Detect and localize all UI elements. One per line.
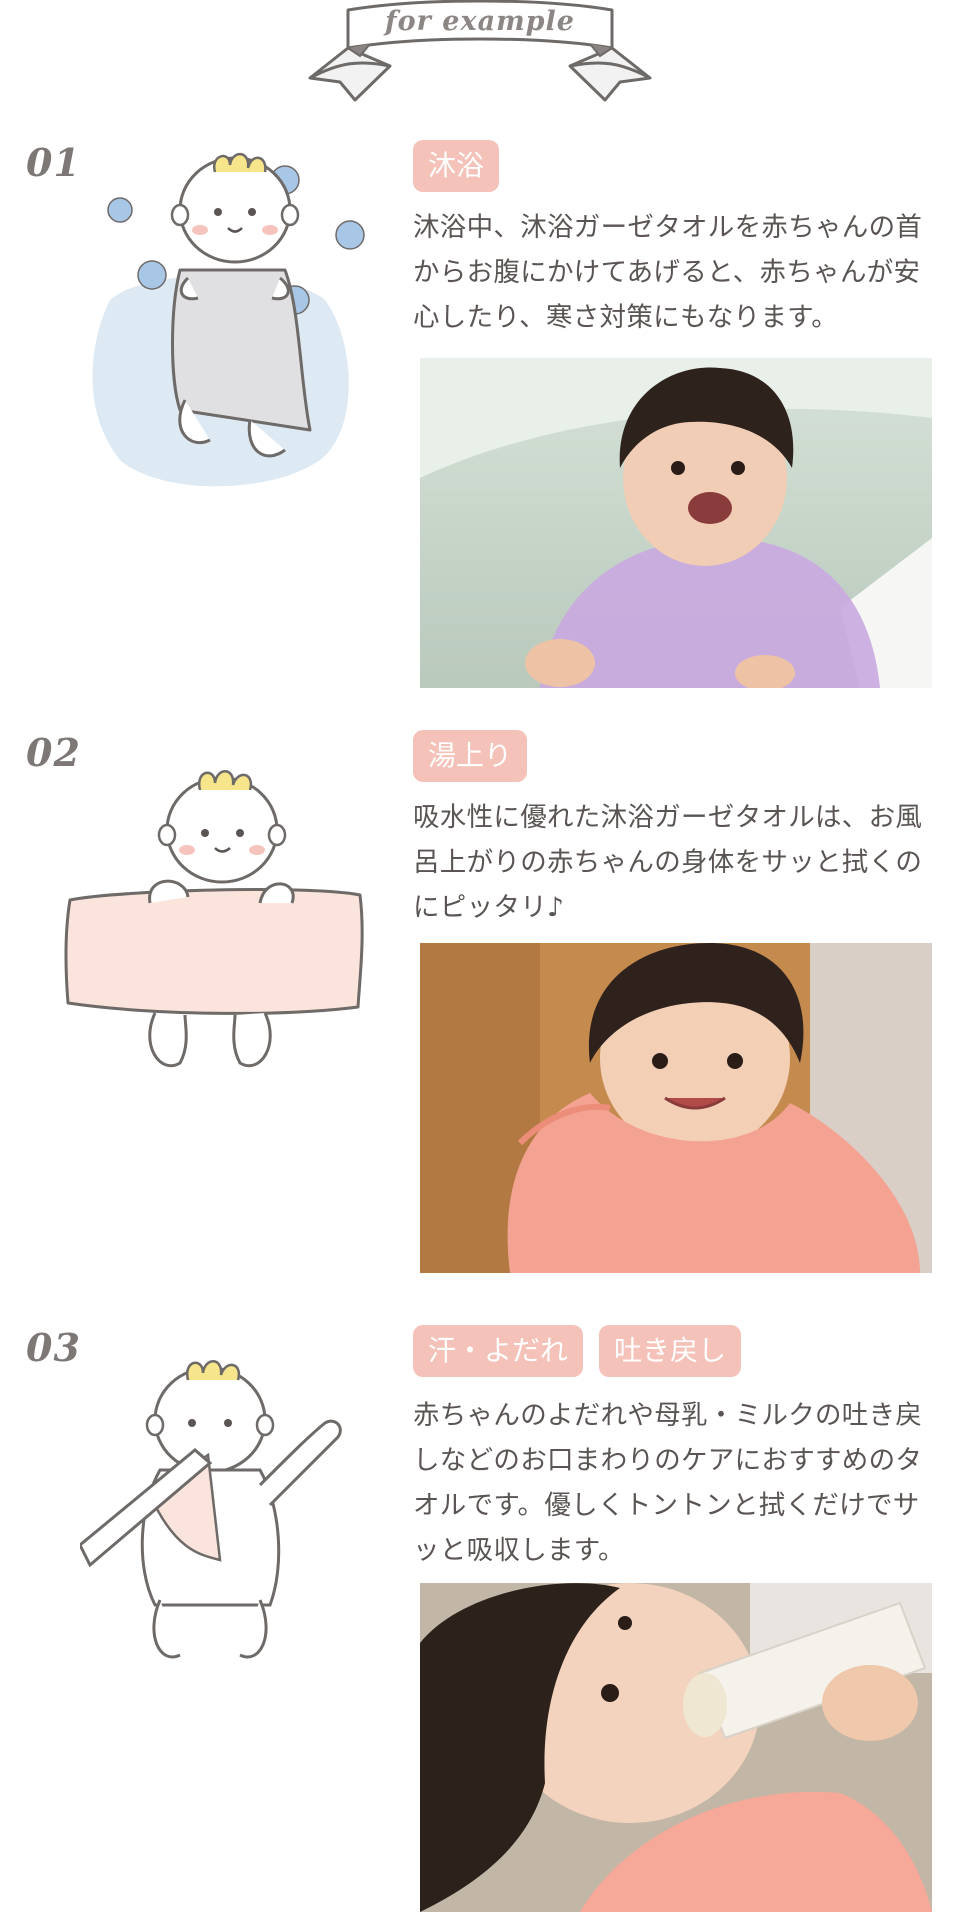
baby-wipe-icon <box>78 1360 342 1659</box>
baby-bottle-photo <box>420 1583 932 1912</box>
tag-bath: 沐浴 <box>413 140 500 192</box>
baby-wiping-mouth-illustration <box>78 1345 380 1689</box>
tag-sweat-drool: 汗・よだれ <box>413 1325 584 1377</box>
section-description: 赤ちゃんのよだれや母乳・ミルクの吐き戻しなどのお口まわりのケアにおすすめのタオル… <box>413 1400 923 1566</box>
baby-bath-photo <box>420 358 932 688</box>
tag-after-bath: 湯上り <box>413 730 528 782</box>
section-description: 吸水性に優れた沐浴ガーゼタオルは、お風呂上がりの赤ちゃんの身体をサッと拭くのにピ… <box>413 802 923 923</box>
baby-in-bath-illustration <box>70 150 370 494</box>
baby-with-towel-illustration <box>60 745 364 1089</box>
for-example-banner: for example <box>300 0 660 110</box>
baby-towel-icon <box>64 770 364 1067</box>
tag-spit-up: 吐き戻し <box>599 1325 742 1377</box>
section-description: 沐浴中、沐浴ガーゼタオルを赤ちゃんの首からお腹にかけてあげると、赤ちゃんが安心し… <box>413 212 923 333</box>
baby-bath-icon <box>92 152 365 487</box>
baby-towel-photo <box>420 943 932 1273</box>
section-number: 03 <box>26 1325 81 1370</box>
tag-list: 湯上り <box>413 730 528 782</box>
banner-title: for example <box>385 6 575 37</box>
tag-list: 汗・よだれ 吐き戻し <box>413 1325 742 1377</box>
tag-list: 沐浴 <box>413 140 500 192</box>
